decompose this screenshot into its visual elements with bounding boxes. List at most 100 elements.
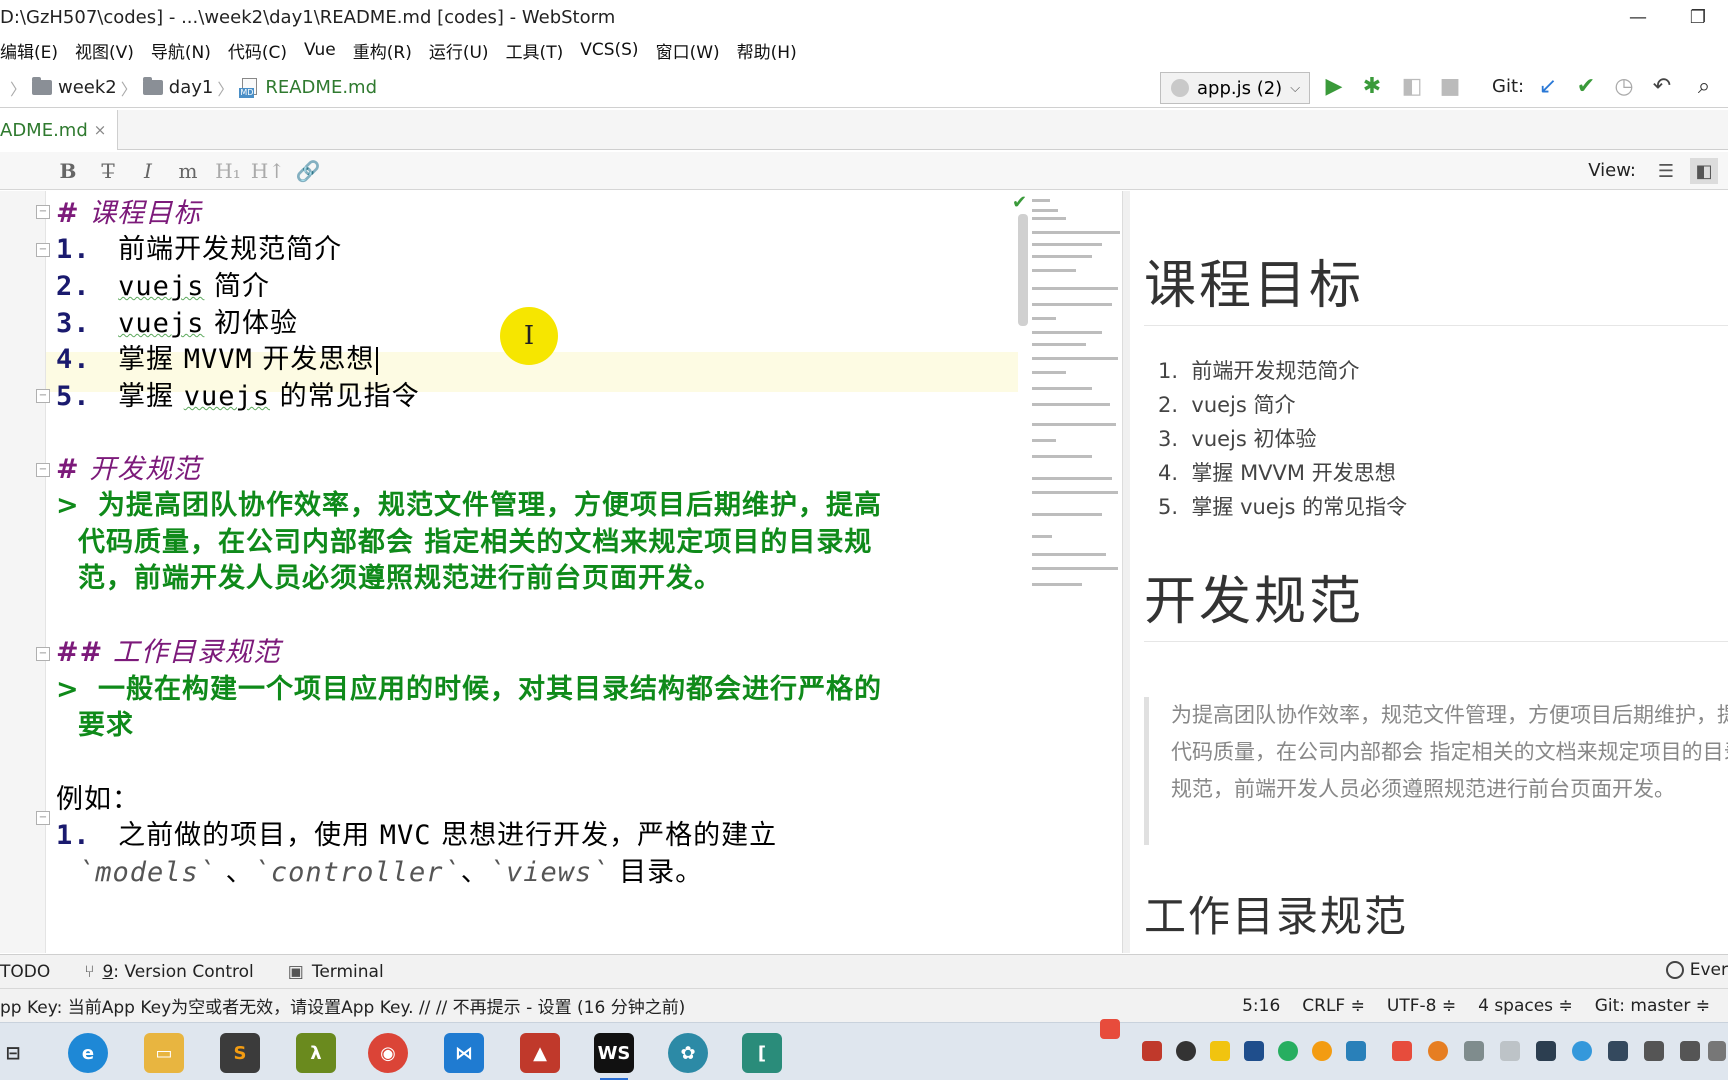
tray-app-icon[interactable] — [1428, 1041, 1448, 1061]
caret-position[interactable]: 5:16 — [1242, 996, 1280, 1016]
app-icon[interactable]: ▲ — [520, 1033, 560, 1073]
task-view-icon[interactable]: ⊟ — [2, 1033, 24, 1073]
notification-icon[interactable] — [1708, 1041, 1726, 1061]
todo-tool-button[interactable]: TODO — [0, 962, 50, 982]
file-explorer-icon[interactable]: ▭ — [144, 1033, 184, 1073]
ime-chinese-icon[interactable] — [1392, 1041, 1412, 1061]
fold-icon[interactable]: − — [36, 243, 50, 257]
menu-view[interactable]: 视图(V) — [75, 38, 134, 63]
link-icon[interactable]: 🔗 — [288, 159, 328, 183]
tray-app-icon[interactable] — [1500, 1041, 1520, 1061]
fold-icon[interactable]: − — [36, 811, 50, 825]
menu-run[interactable]: 运行(U) — [429, 38, 489, 63]
header-increase-icon[interactable]: H↑ — [248, 159, 288, 183]
italic-icon[interactable]: I — [128, 159, 168, 183]
history-icon[interactable]: ◷ — [1610, 74, 1638, 99]
window-controls: — ❐ — [1608, 0, 1728, 34]
rollback-icon[interactable]: ↶ — [1648, 74, 1676, 99]
tray-app-icon[interactable] — [1278, 1041, 1298, 1061]
blockquote-text: 要求 — [78, 710, 134, 741]
terminal-tool-button[interactable]: ▣ Terminal — [288, 962, 384, 982]
menu-edit[interactable]: 编辑(E) — [0, 38, 58, 63]
search-icon[interactable]: ⌕ — [1690, 74, 1718, 99]
battery-icon[interactable] — [1608, 1041, 1628, 1061]
minimize-icon[interactable]: — — [1608, 0, 1668, 34]
version-control-tool-button[interactable]: ⑂ 9: Version Control — [84, 962, 254, 982]
editor-preview-splitter[interactable] — [1122, 191, 1130, 953]
tray-app-icon[interactable] — [1572, 1041, 1592, 1061]
restore-icon[interactable]: ❐ — [1668, 0, 1728, 34]
markdown-preview: 课程目标 1. 前端开发规范简介 2. vuejs 简介 3. vuejs 初体… — [1130, 191, 1728, 953]
coverage-icon[interactable]: ◧ — [1398, 74, 1426, 99]
vscode-icon[interactable]: ⋈ — [444, 1033, 484, 1073]
markdown-editor[interactable]: − − − − − − # 课程目标 1. 前端开发规范简介 2. vuejs … — [0, 191, 1128, 953]
file-encoding[interactable]: UTF-8 ≑ — [1387, 996, 1456, 1016]
run-icon[interactable]: ▶ — [1320, 74, 1348, 99]
menu-tools[interactable]: 工具(T) — [506, 38, 564, 63]
sublime-text-icon[interactable]: S — [220, 1033, 260, 1073]
line-separator[interactable]: CRLF ≑ — [1302, 996, 1365, 1016]
tab-readme[interactable]: ADME.md × — [0, 110, 118, 150]
debug-icon[interactable]: ✱ — [1358, 74, 1386, 99]
menu-code[interactable]: 代码(C) — [228, 38, 287, 63]
breadcrumb-readme[interactable]: README.md — [265, 77, 377, 98]
run-configuration-select[interactable]: app.js (2) ⌵ — [1160, 72, 1310, 104]
security-icon[interactable] — [1464, 1041, 1484, 1061]
lambda-app-icon[interactable]: λ — [296, 1033, 336, 1073]
status-message[interactable]: pp Key: 当前App Key为空或者无效，请设置App Key. // /… — [0, 993, 685, 1018]
menu-vcs[interactable]: VCS(S) — [580, 40, 638, 60]
close-icon[interactable]: × — [94, 121, 107, 139]
heading-mark: ## — [56, 637, 104, 668]
editor-scrollbar-thumb[interactable] — [1018, 214, 1028, 326]
menu-vue[interactable]: Vue — [304, 40, 336, 60]
event-log-button[interactable]: Ever — [1665, 960, 1728, 980]
editor-minimap[interactable] — [1018, 191, 1122, 953]
list-line: 3. vuejs 初体验 — [56, 301, 298, 340]
code-span-icon[interactable]: m — [168, 159, 208, 183]
tray-app-icon[interactable] — [1536, 1041, 1556, 1061]
split-view-icon[interactable]: ◧ — [1690, 158, 1718, 184]
preview-list-text: 掌握 MVVM 开发思想 — [1191, 461, 1396, 485]
editor-only-view-icon[interactable]: ☰ — [1652, 158, 1680, 184]
bold-icon[interactable]: B — [48, 159, 88, 183]
breadcrumb-week2[interactable]: week2 — [58, 77, 117, 98]
run-configuration-label: app.js (2) — [1197, 77, 1283, 99]
strikethrough-icon[interactable]: T̶ — [88, 159, 128, 183]
menu-window[interactable]: 窗口(W) — [656, 38, 720, 63]
preview-list-text: vuejs 初体验 — [1191, 427, 1317, 451]
tray-app-icon[interactable] — [1312, 1041, 1332, 1061]
webstorm-icon[interactable]: WS — [594, 1033, 634, 1080]
fold-icon[interactable]: − — [36, 647, 50, 661]
edge-icon[interactable]: e — [68, 1033, 108, 1073]
fold-icon[interactable]: − — [36, 463, 50, 477]
app-icon[interactable]: [ — [742, 1033, 782, 1073]
list-number: 5. — [56, 381, 91, 412]
preview-list-item: 4. 掌握 MVVM 开发思想 — [1158, 461, 1396, 485]
header-decrease-icon[interactable]: H₁ — [208, 159, 248, 183]
folder-icon — [142, 77, 163, 95]
menu-refactor[interactable]: 重构(R) — [353, 38, 412, 63]
input-method-icon[interactable] — [1100, 1019, 1120, 1039]
menu-navigate[interactable]: 导航(N) — [151, 38, 211, 63]
chrome-icon[interactable]: ◉ — [368, 1033, 408, 1073]
menu-help[interactable]: 帮助(H) — [737, 38, 797, 63]
tray-app-icon[interactable] — [1346, 1041, 1366, 1061]
tray-app-icon[interactable] — [1142, 1041, 1162, 1061]
list-text: 掌握 — [118, 344, 184, 375]
volume-icon[interactable] — [1680, 1041, 1700, 1061]
git-branch[interactable]: Git: master ≑ — [1595, 996, 1710, 1016]
indent-setting[interactable]: 4 spaces ≑ — [1478, 996, 1573, 1016]
stop-icon[interactable]: ■ — [1436, 74, 1464, 99]
fold-icon[interactable]: − — [36, 389, 50, 403]
tray-app-icon[interactable] — [1210, 1041, 1230, 1061]
git-update-icon[interactable]: ↙ — [1534, 74, 1562, 99]
app-icon[interactable]: ✿ — [668, 1033, 708, 1073]
list-text: 初体验 — [204, 308, 298, 339]
breadcrumb-day1[interactable]: day1 — [169, 77, 214, 98]
qq-icon[interactable] — [1176, 1041, 1196, 1061]
inspection-ok-icon[interactable]: ✔ — [1012, 192, 1027, 213]
network-icon[interactable] — [1644, 1041, 1664, 1061]
tray-app-icon[interactable] — [1244, 1041, 1264, 1061]
fold-icon[interactable]: − — [36, 205, 50, 219]
git-commit-icon[interactable]: ✔ — [1572, 74, 1600, 99]
